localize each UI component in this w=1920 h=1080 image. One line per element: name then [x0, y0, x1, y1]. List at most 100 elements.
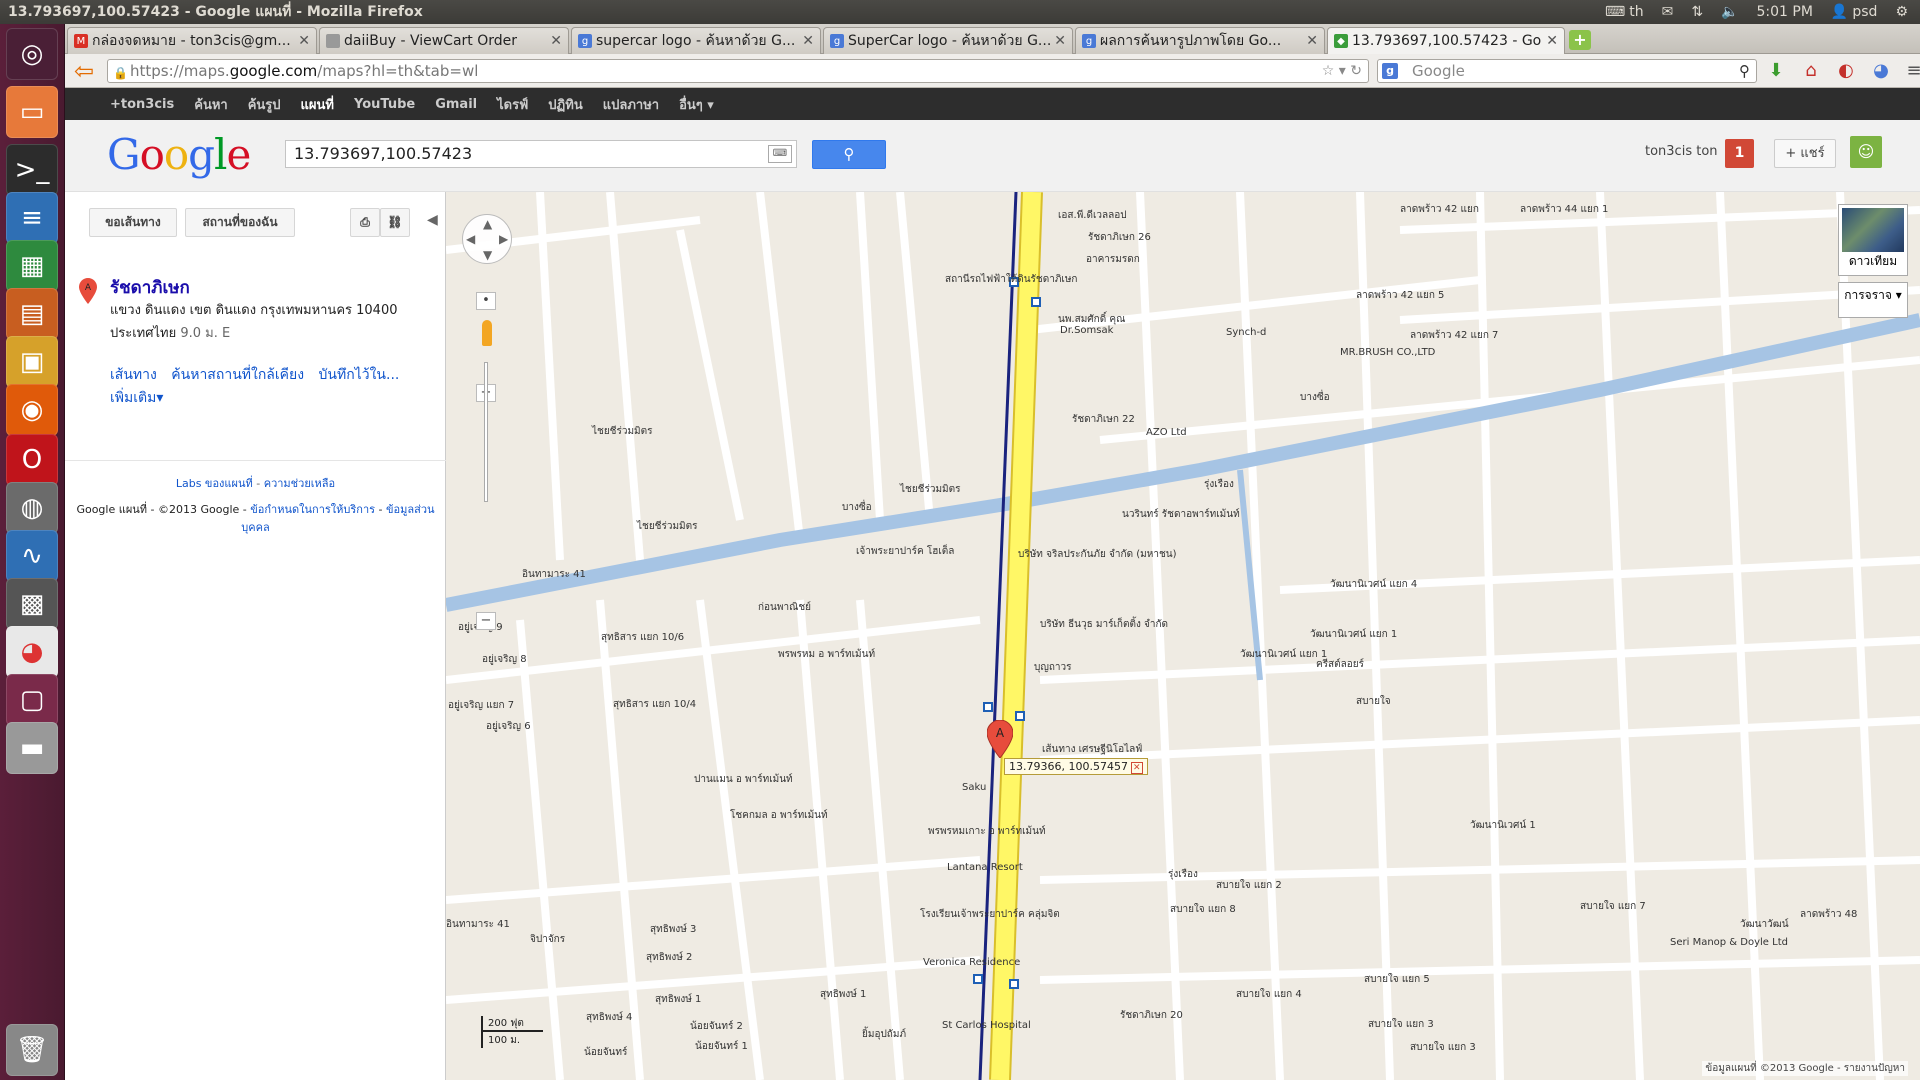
url-bar[interactable]: 🔒 https://maps.google.com/maps?hl=th&tab… [107, 59, 1369, 83]
close-tab-icon[interactable]: ✕ [1546, 33, 1558, 49]
map-label: ก่อนพาณิชย์ [758, 602, 812, 613]
search-icon[interactable]: ⚲ [1739, 60, 1750, 82]
my-places-button[interactable]: สถานที่ของฉัน [185, 208, 295, 237]
network-icon[interactable]: ⇅ [1691, 4, 1703, 20]
tab-image-search[interactable]: g ผลการค้นหารูปภาพโดย Go... ✕ [1075, 27, 1325, 54]
map-label: ไชยชีร่วมมิตร [637, 521, 698, 532]
map-label: สุทธิสาร แยก 10/6 [601, 632, 685, 643]
share-button[interactable]: + แชร์ [1774, 139, 1836, 168]
keyboard-icon[interactable]: ⌨ [768, 145, 792, 163]
calculator-icon[interactable]: ▩ [6, 578, 58, 630]
writer-document-icon[interactable]: ≡ [6, 192, 58, 244]
coordinate-popup[interactable]: 13.79366, 100.57457 ✕ [1004, 758, 1148, 775]
more-link[interactable]: เพิ่มเติม▾ [110, 390, 163, 406]
ubuntu-dash-icon[interactable]: ◎ [6, 28, 58, 80]
download-arrow-icon[interactable]: ⬇ [1765, 60, 1787, 82]
maps-search-input[interactable]: 13.793697,100.57423 ⌨ [285, 140, 797, 168]
clock[interactable]: 5:01 PM [1757, 4, 1813, 20]
gbar-item-calendar[interactable]: ปฏิทิน [548, 94, 582, 115]
place-actions: เส้นทาง ค้นหาสถานที่ใกล้เคียง บันทึกไว้ใ… [110, 364, 430, 410]
directions-link[interactable]: เส้นทาง [110, 367, 157, 383]
tab-daiibuy[interactable]: daiiBuy - ViewCart Order ✕ [319, 27, 569, 54]
workspace-switcher-icon[interactable]: ▢ [6, 674, 58, 726]
close-icon[interactable]: ✕ [1130, 762, 1143, 774]
menu-icon[interactable]: ≡ [1903, 60, 1920, 82]
bookmark-star-reload-icons[interactable]: ☆ ▾ ↻ [1322, 60, 1362, 82]
street-view-pegman-icon[interactable] [482, 320, 492, 346]
impress-presentation-icon[interactable]: ▤ [6, 288, 58, 340]
volume-icon[interactable]: 🔈 [1721, 4, 1738, 20]
zoom-slider[interactable] [484, 362, 488, 502]
map-canvas[interactable]: รัชดาภิเษก 26 อาคารมรดก เอส.พี.ดีเวลลอป สถา… [446, 192, 1920, 1080]
tab-supercar-search-2[interactable]: g SuperCar logo - ค้นหาด้วย G... ✕ [823, 27, 1073, 54]
home-icon[interactable]: ⌂ [1800, 60, 1822, 82]
google-search-engine-icon[interactable]: g [1382, 63, 1398, 79]
help-link[interactable]: ความช่วยเหลือ [264, 477, 335, 490]
drive-icon[interactable]: ▬ [6, 722, 58, 774]
labs-link[interactable]: Labs ของแผนที่ [176, 477, 253, 490]
collapse-panel-icon[interactable]: ◀ [427, 212, 438, 228]
close-tab-icon[interactable]: ✕ [1054, 33, 1066, 49]
gbar-item-drive[interactable]: ไดรฟ์ [497, 94, 528, 115]
terms-link[interactable]: ข้อกำหนดในการให้บริการ [250, 503, 375, 516]
link-icon[interactable]: ⛓ [380, 208, 410, 237]
notifications-badge[interactable]: 1 [1725, 139, 1754, 168]
place-title[interactable]: รัชดาภิเษก [110, 274, 190, 301]
tab-supercar-search-1[interactable]: g supercar logo - ค้นหาด้วย G... ✕ [571, 27, 821, 54]
trash-icon[interactable]: 🗑 [6, 1024, 58, 1076]
pan-down-icon[interactable]: ▼ [483, 248, 492, 262]
new-tab-button[interactable]: + [1569, 30, 1591, 50]
image-viewer-icon[interactable]: ▣ [6, 336, 58, 388]
google-logo[interactable]: Google [107, 130, 251, 179]
gbar-item-search[interactable]: ค้นหา [194, 94, 227, 115]
keyboard-indicator[interactable]: ⌨ th [1605, 4, 1644, 20]
search-nearby-link[interactable]: ค้นหาสถานที่ใกล้เคียง [171, 367, 304, 383]
chrome-icon[interactable]: ◕ [6, 626, 58, 678]
pan-left-icon[interactable]: ◀ [466, 232, 475, 246]
tab-gmail[interactable]: M กล่องจดหมาย - ton3cis@gm... ✕ [67, 27, 317, 54]
close-tab-icon[interactable]: ✕ [550, 33, 562, 49]
opera-sync-icon[interactable]: ◐ [1835, 60, 1857, 82]
page-favicon-icon [326, 34, 340, 48]
report-problem-link[interactable]: รายงานปัญหา [1844, 1063, 1905, 1074]
pan-up-icon[interactable]: ▲ [483, 217, 492, 231]
gbar-item-maps[interactable]: แผนที่ [301, 94, 334, 115]
gbar-item-gmail[interactable]: Gmail [435, 97, 477, 112]
gbar-item-images[interactable]: ค้นรูป [248, 94, 281, 115]
back-arrow-icon[interactable]: ⇦ [69, 57, 99, 85]
close-tab-icon[interactable]: ✕ [298, 33, 310, 49]
map-label: Seri Manop & Doyle Ltd [1670, 937, 1788, 948]
print-icon[interactable]: ⎙ [350, 208, 380, 237]
opera-icon[interactable]: O [6, 434, 58, 486]
avatar[interactable]: ☺ [1850, 136, 1882, 168]
pan-control[interactable]: ▲ ◀ ▶ ▼ [462, 214, 512, 264]
chrome-addon-icon[interactable]: ◕ [1870, 60, 1892, 82]
location-pin-icon[interactable]: A [987, 720, 1013, 758]
traffic-toggle[interactable]: การจราจ ▾ [1838, 282, 1908, 318]
user-menu[interactable]: 👤 psd [1831, 4, 1878, 20]
gbar-item-youtube[interactable]: YouTube [354, 97, 415, 112]
browser-search-input[interactable]: g Google ⚲ [1377, 59, 1757, 83]
locate-me-icon[interactable]: • [476, 292, 496, 310]
search-button[interactable]: ⚲ [812, 140, 886, 169]
save-to-link[interactable]: บันทึกไว้ใน... [319, 367, 400, 383]
zoom-out-button[interactable]: − [476, 612, 496, 630]
files-folder-icon[interactable]: ▭ [6, 86, 58, 138]
close-tab-icon[interactable]: ✕ [802, 33, 814, 49]
terminal-icon[interactable]: >_ [6, 144, 58, 196]
firefox-icon[interactable]: ◉ [6, 384, 58, 436]
close-tab-icon[interactable]: ✕ [1306, 33, 1318, 49]
mail-icon[interactable]: ✉ [1662, 4, 1674, 20]
user-name[interactable]: ton3cis ton [1645, 144, 1718, 159]
gbar-item-plus[interactable]: +ton3cis [110, 97, 174, 112]
system-monitor-icon[interactable]: ∿ [6, 530, 58, 582]
satellite-toggle[interactable]: ดาวเทียม [1838, 204, 1908, 276]
speaker-app-icon[interactable]: ◍ [6, 482, 58, 534]
gbar-item-more[interactable]: อื่นๆ ▾ [679, 94, 714, 115]
directions-button[interactable]: ขอเส้นทาง [89, 208, 177, 237]
pan-right-icon[interactable]: ▶ [499, 232, 508, 246]
gbar-item-translate[interactable]: แปลภาษา [603, 94, 659, 115]
tab-google-maps[interactable]: ◆ 13.793697,100.57423 - Goo... ✕ [1327, 27, 1565, 54]
settings-gear-icon[interactable]: ⚙ [1895, 4, 1908, 20]
calc-spreadsheet-icon[interactable]: ▦ [6, 240, 58, 292]
